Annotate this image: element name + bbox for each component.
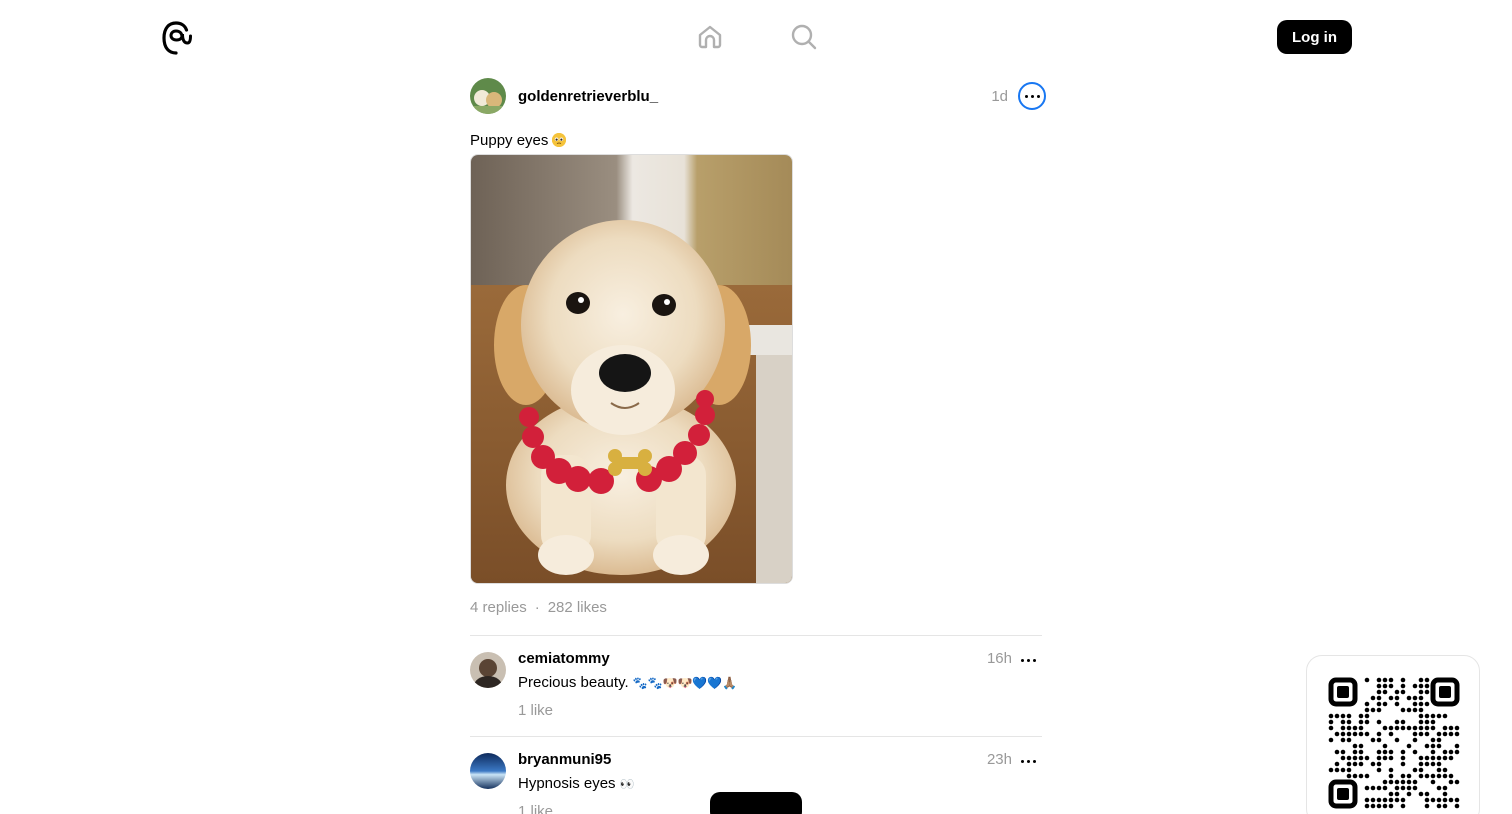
avatar[interactable]: [470, 652, 506, 688]
reply-time: 16h: [986, 650, 1012, 667]
reply-text: Precious beauty. 🐾🐾🐶🐶💙💙🙏🏽: [518, 674, 737, 691]
reply-more-button[interactable]: [1016, 650, 1040, 670]
post-more-button[interactable]: [1018, 82, 1046, 110]
post-caption: Puppy eyes: [470, 130, 1046, 150]
reply-time: 23h: [986, 751, 1012, 768]
more-icon: [1020, 658, 1036, 662]
pleading-face-emoji-icon: [552, 133, 567, 147]
qr-code-icon: [1328, 677, 1460, 809]
nav-home[interactable]: [694, 20, 726, 54]
post-stats: 4 replies · 282 likes: [470, 599, 1046, 616]
reply-username[interactable]: cemiatommy: [518, 650, 610, 667]
likes-count[interactable]: 282 likes: [548, 599, 607, 616]
reply-emoji: 👀: [619, 776, 635, 791]
post-time: 1d: [991, 87, 1008, 105]
post-header: goldenretrieverblu_ 1d: [470, 78, 1046, 114]
reply-text-content: Hypnosis eyes: [518, 775, 616, 792]
divider: [470, 736, 1042, 737]
reply-text-content: Precious beauty.: [518, 674, 629, 691]
nav-search[interactable]: [788, 20, 820, 54]
post: goldenretrieverblu_ 1d Puppy eyes 4 repl…: [470, 78, 1046, 616]
bottom-action-button[interactable]: [710, 792, 802, 814]
reply-likes[interactable]: 1 like: [518, 702, 553, 719]
avatar[interactable]: [470, 78, 506, 114]
avatar[interactable]: [470, 753, 506, 789]
reply-username[interactable]: bryanmuni95: [518, 751, 611, 768]
threads-logo-icon[interactable]: [160, 20, 192, 56]
reply-item: cemiatommy 16h Precious beauty. 🐾🐾🐶🐶💙💙🙏🏽…: [470, 650, 1042, 720]
stats-separator: ·: [534, 599, 540, 616]
reply-likes[interactable]: 1 like: [518, 803, 553, 814]
divider: [470, 635, 1042, 636]
reply-more-button[interactable]: [1016, 751, 1040, 771]
reply-text: Hypnosis eyes 👀: [518, 775, 635, 792]
qr-code-card: [1306, 655, 1480, 814]
more-icon: [1020, 759, 1036, 763]
post-username[interactable]: goldenretrieverblu_: [518, 88, 658, 105]
replies-count[interactable]: 4 replies: [470, 599, 527, 616]
reply-emoji: 🐾🐾🐶🐶💙💙🙏🏽: [632, 675, 738, 690]
more-icon: [1024, 94, 1040, 98]
search-icon: [791, 24, 817, 50]
post-image-golden-retriever-puppy[interactable]: [470, 154, 793, 584]
login-button[interactable]: Log in: [1277, 20, 1352, 54]
home-icon: [698, 25, 722, 49]
caption-text: Puppy eyes: [470, 131, 549, 149]
